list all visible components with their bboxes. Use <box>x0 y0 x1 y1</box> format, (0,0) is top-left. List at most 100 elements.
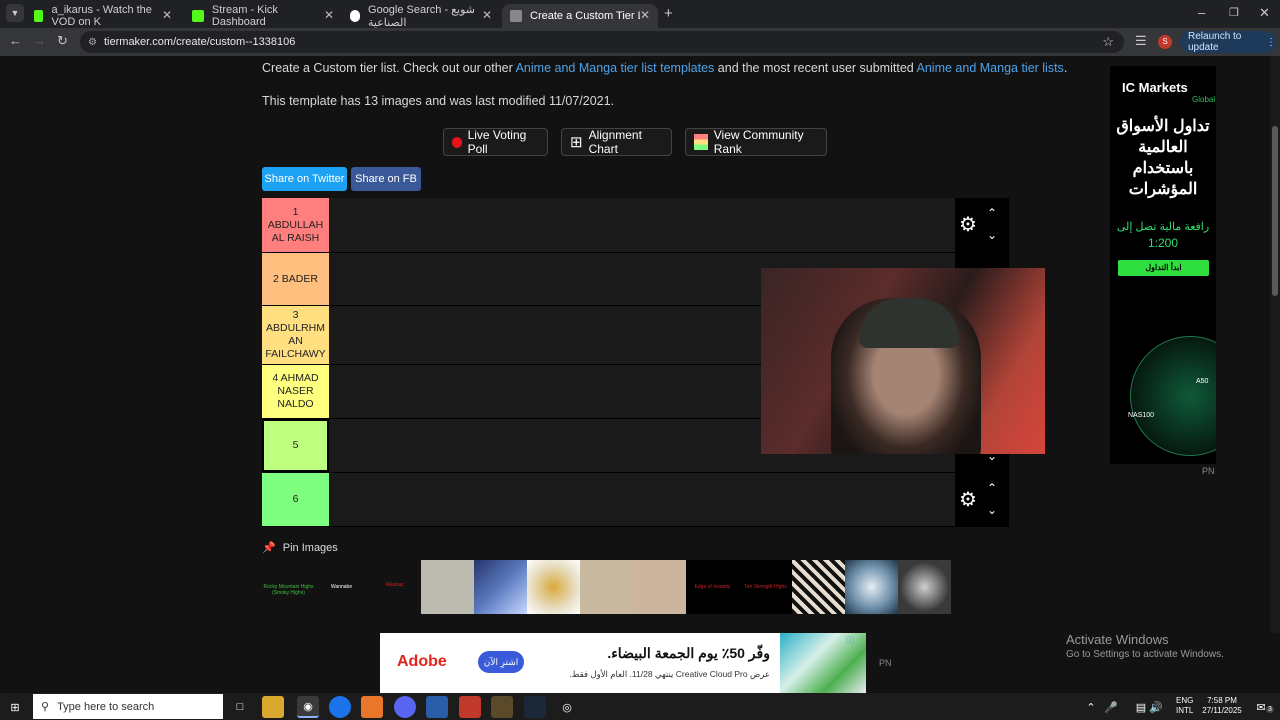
chevron-up-icon[interactable]: ⌃ <box>987 206 997 220</box>
anime-templates-link[interactable]: Anime and Manga tier list templates <box>516 61 715 75</box>
edge-icon[interactable] <box>329 696 351 718</box>
media-icon[interactable]: ☰ <box>1135 33 1147 49</box>
tier-label[interactable]: 6 <box>262 473 329 526</box>
restore-icon[interactable]: ❐ <box>1229 6 1239 19</box>
page-content: Create a Custom tier list. Check out our… <box>0 56 1270 633</box>
pool-image[interactable] <box>421 560 474 614</box>
tier-row[interactable]: 6 ⚙ ⌃ ⌄ <box>262 473 1009 527</box>
bottom-advertisement[interactable]: Adobe اشترِ الآن وفّر 50٪ يوم الجمعة الب… <box>380 633 866 693</box>
view-community-rank-button[interactable]: View Community Rank <box>685 128 827 156</box>
app-icon[interactable] <box>426 696 448 718</box>
browser-toolbar: ← → ↻ ⚙ tiermaker.com/create/custom--133… <box>0 28 1280 56</box>
app-icon[interactable] <box>491 696 513 718</box>
profile-avatar[interactable]: S <box>1158 35 1172 49</box>
site-info-icon[interactable]: ⚙ <box>88 37 97 48</box>
tab-kick-vod[interactable]: a_ikarus - Watch the VOD on K ✕ <box>26 4 180 28</box>
tier-row[interactable]: 1 ABDULLAH AL RAISH ⚙ ⌃ ⌄ <box>262 198 1009 253</box>
tab-title: Create a Custom Tier List - Tier <box>530 10 640 22</box>
intro-pre: Create a Custom tier list. Check out our… <box>262 61 516 75</box>
minimize-icon[interactable]: – <box>1198 5 1205 20</box>
chevron-down-icon[interactable]: ⌄ <box>987 503 997 517</box>
microphone-icon[interactable]: 🎤 <box>1100 696 1122 718</box>
tier-label[interactable]: 2 BADER <box>262 253 329 305</box>
windows-start-icon[interactable]: ⊞ <box>4 696 26 718</box>
share-twitter-button[interactable]: Share on Twitter <box>262 167 347 191</box>
side-advertisement[interactable]: IC Markets Global تداول الأسواق العالمية… <box>1110 66 1216 464</box>
close-tab-icon[interactable]: ✕ <box>324 8 334 22</box>
pool-image[interactable]: Ten Strength Highs <box>739 560 792 614</box>
chevron-down-icon[interactable]: ⌄ <box>987 228 997 242</box>
ad-info-icon[interactable]: ⓘ <box>846 635 854 646</box>
close-tab-icon[interactable]: ✕ <box>482 8 492 22</box>
rank-label: View Community Rank <box>713 128 804 156</box>
ad-globe <box>1130 336 1216 456</box>
chevron-up-icon[interactable]: ⌃ <box>987 481 997 495</box>
pool-image[interactable]: Rocky Mountain Highs (Smoky Highs) <box>262 560 315 614</box>
clock[interactable]: 7:58 PM 27/11/2025 <box>1200 696 1244 716</box>
pool-image-caption: Edge of Insanity <box>694 584 731 590</box>
app-icon[interactable] <box>459 696 481 718</box>
chrome-icon[interactable]: ◉ <box>297 696 319 718</box>
pool-image[interactable] <box>898 560 951 614</box>
close-tab-icon[interactable]: ✕ <box>640 8 650 22</box>
gear-icon[interactable]: ⚙ <box>959 212 977 237</box>
discord-icon[interactable] <box>394 696 416 718</box>
tier-label[interactable]: 4 AHMAD NASER NALDO <box>262 365 329 418</box>
back-icon[interactable]: ← <box>9 33 22 48</box>
app-icon[interactable] <box>361 696 383 718</box>
steam-icon[interactable] <box>524 696 546 718</box>
close-window-icon[interactable]: ✕ <box>1259 5 1270 21</box>
anime-lists-link[interactable]: Anime and Manga tier lists <box>917 61 1064 75</box>
taskbar-search-box[interactable]: ⚲ Type here to search <box>33 694 223 719</box>
tier-drop-zone[interactable] <box>329 473 955 526</box>
pool-image[interactable]: Alkatraz <box>368 560 421 614</box>
address-bar[interactable]: ⚙ tiermaker.com/create/custom--1338106 ☆ <box>80 31 1124 53</box>
page-scrollbar[interactable] <box>1270 56 1280 633</box>
obs-icon[interactable]: ◎ <box>556 696 578 718</box>
grid-icon: ⊞ <box>570 134 583 151</box>
pool-image[interactable] <box>633 560 686 614</box>
ad-leverage-value: 1:200 <box>1147 236 1179 250</box>
pool-image[interactable]: Wannabe <box>315 560 368 614</box>
pool-image[interactable] <box>474 560 527 614</box>
pool-image[interactable]: Edge of Insanity <box>686 560 739 614</box>
gear-icon[interactable]: ⚙ <box>959 487 977 512</box>
tab-kick-dashboard[interactable]: Stream - Kick Dashboard ✕ <box>184 4 342 28</box>
pool-image[interactable] <box>527 560 580 614</box>
tier-drop-zone[interactable] <box>329 198 955 252</box>
bookmark-star-icon[interactable]: ☆ <box>1102 34 1114 50</box>
activate-title: Activate Windows <box>1066 632 1169 647</box>
lang-line1: ENG <box>1176 696 1194 705</box>
task-view-icon[interactable]: □ <box>229 696 251 718</box>
new-tab-icon[interactable]: + <box>664 5 673 22</box>
tab-tiermaker[interactable]: Create a Custom Tier List - Tier ✕ <box>502 4 658 28</box>
share-fb-button[interactable]: Share on FB <box>351 167 421 191</box>
tier-label[interactable]: 1 ABDULLAH AL RAISH <box>262 198 329 252</box>
alignment-chart-button[interactable]: ⊞ Alignment Chart <box>561 128 672 156</box>
pool-image[interactable] <box>580 560 633 614</box>
reload-icon[interactable]: ↻ <box>57 33 68 49</box>
kick-icon <box>192 10 204 22</box>
pool-image[interactable] <box>845 560 898 614</box>
forward-icon[interactable]: → <box>33 33 46 48</box>
pool-image-caption: Alkatraz <box>385 582 404 588</box>
volume-icon[interactable]: 🔊 <box>1145 696 1167 718</box>
tier-label[interactable]: 3 ABDULRHM AN FAILCHAWY <box>262 306 329 364</box>
tier-label[interactable]: 5 <box>262 419 329 472</box>
pool-image[interactable] <box>792 560 845 614</box>
tab-list-icon[interactable]: ▼ <box>6 4 24 22</box>
kick-icon <box>34 10 44 22</box>
tab-google-search[interactable]: Google Search - شويع الصناعية ✕ <box>342 4 500 29</box>
pin-images-toggle[interactable]: 📌 Pin Images <box>262 541 338 554</box>
scrollbar-thumb[interactable] <box>1272 126 1278 296</box>
close-tab-icon[interactable]: ✕ <box>162 8 172 22</box>
relaunch-button[interactable]: Relaunch to update ⋮ <box>1180 31 1276 53</box>
tray-chevron-icon[interactable]: ⌃ <box>1080 696 1102 718</box>
google-icon <box>350 10 361 22</box>
live-voting-poll-button[interactable]: Live Voting Poll <box>443 128 548 156</box>
pool-image-caption: Wannabe <box>330 584 353 590</box>
adobe-cta-button[interactable]: اشترِ الآن <box>478 651 524 673</box>
ad-cta-button[interactable]: ابدأ التداول <box>1118 260 1209 276</box>
language-indicator[interactable]: ENG INTL <box>1176 696 1193 716</box>
file-explorer-icon[interactable] <box>262 696 284 718</box>
